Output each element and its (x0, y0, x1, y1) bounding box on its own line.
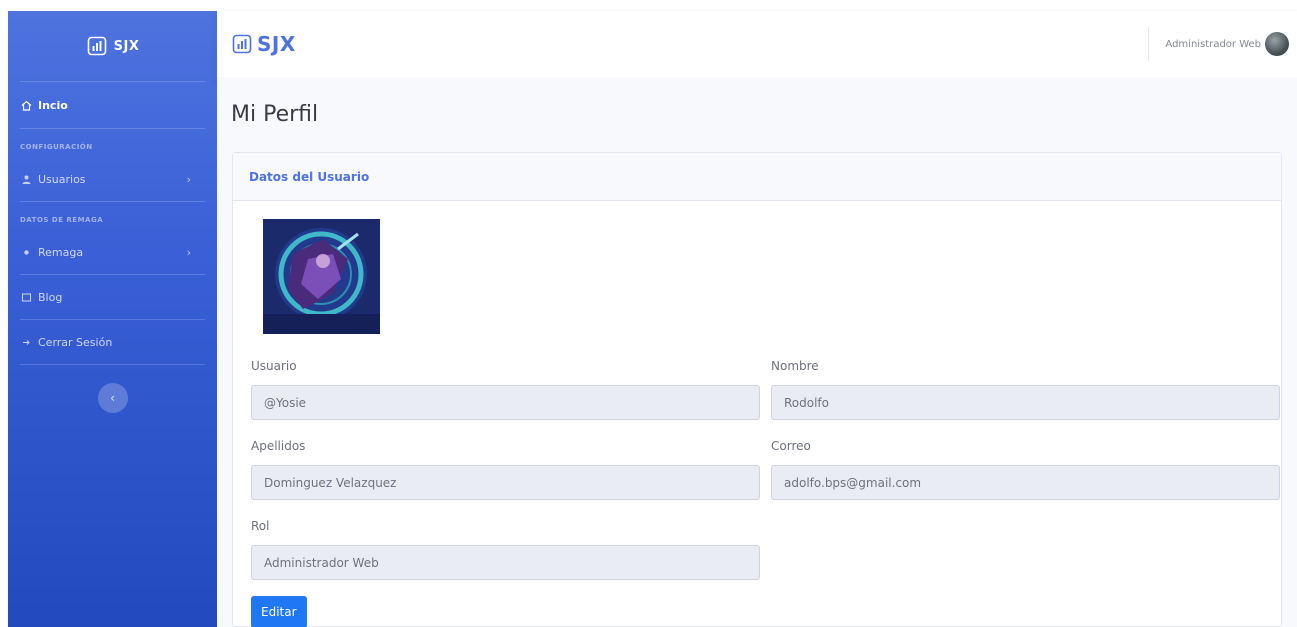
logout-icon (20, 336, 32, 348)
chart-file-icon (87, 36, 106, 56)
sidebar-item-label: Cerrar Sesión (38, 335, 113, 349)
sidebar-item-label: Usuarios (38, 172, 86, 186)
avatar (1265, 32, 1289, 56)
topbar-brand-text: SJX (257, 32, 296, 56)
profile-picture (263, 219, 380, 334)
user-menu[interactable]: Administrador Web (1148, 11, 1289, 77)
nombre-label: Nombre (771, 359, 819, 373)
sidebar-item-remaga[interactable]: Remaga › (8, 230, 217, 274)
sidebar-item-inicio[interactable]: Incio (8, 82, 217, 128)
sidebar: SJX Incio CONFIGURACIÓN Usuarios › DATOS… (8, 11, 217, 627)
profile-image-icon (263, 219, 380, 334)
users-icon (20, 173, 32, 185)
sidebar-item-label: Blog (38, 290, 63, 304)
nombre-input[interactable]: Rodolfo (771, 385, 1280, 420)
profile-card: Datos del Usuario Usuario @Yosie Nombre … (232, 152, 1282, 627)
topbar-brand[interactable]: SJX (231, 32, 296, 56)
blog-icon (20, 291, 32, 303)
rol-label: Rol (251, 519, 270, 533)
usuario-label: Usuario (251, 359, 297, 373)
star-icon (20, 246, 32, 258)
sidebar-item-blog[interactable]: Blog (8, 275, 217, 319)
chevron-right-icon: › (186, 172, 191, 186)
chevron-left-icon: ‹ (110, 391, 115, 405)
usuario-input[interactable]: @Yosie (251, 385, 760, 420)
sidebar-heading-config: CONFIGURACIÓN (20, 143, 93, 151)
topbar-divider (1148, 27, 1150, 61)
chart-file-icon (232, 34, 252, 54)
correo-label: Correo (771, 439, 811, 453)
home-icon (20, 99, 32, 111)
sidebar-heading-remaga: DATOS DE REMAGA (20, 216, 104, 224)
topbar: SJX Administrador Web (217, 11, 1297, 77)
apellidos-label: Apellidos (251, 439, 306, 453)
chevron-right-icon: › (186, 245, 191, 259)
sidebar-brand-text: SJX (113, 38, 140, 54)
sidebar-item-cerrar-sesion[interactable]: Cerrar Sesión (8, 320, 217, 364)
card-header: Datos del Usuario (233, 153, 1281, 201)
card-title: Datos del Usuario (249, 169, 370, 184)
app-root: SJX Incio CONFIGURACIÓN Usuarios › DATOS… (0, 0, 1297, 627)
sidebar-item-usuarios[interactable]: Usuarios › (8, 157, 217, 201)
edit-button[interactable]: Editar (251, 596, 307, 627)
main-content: Mi Perfil Datos del Usuario Usuario @Yos… (217, 77, 1297, 627)
sidebar-item-label: Remaga (38, 245, 84, 259)
page-title: Mi Perfil (231, 102, 319, 127)
sidebar-brand[interactable]: SJX (8, 11, 217, 81)
apellidos-input[interactable]: Dominguez Velazquez (251, 465, 760, 500)
sidebar-toggle-button[interactable]: ‹ (97, 383, 128, 413)
sidebar-item-label: Incio (38, 98, 68, 112)
sidebar-divider (20, 364, 205, 365)
user-name: Administrador Web (1165, 38, 1261, 50)
correo-input[interactable]: adolfo.bps@gmail.com (771, 465, 1280, 500)
rol-input[interactable]: Administrador Web (251, 545, 760, 580)
